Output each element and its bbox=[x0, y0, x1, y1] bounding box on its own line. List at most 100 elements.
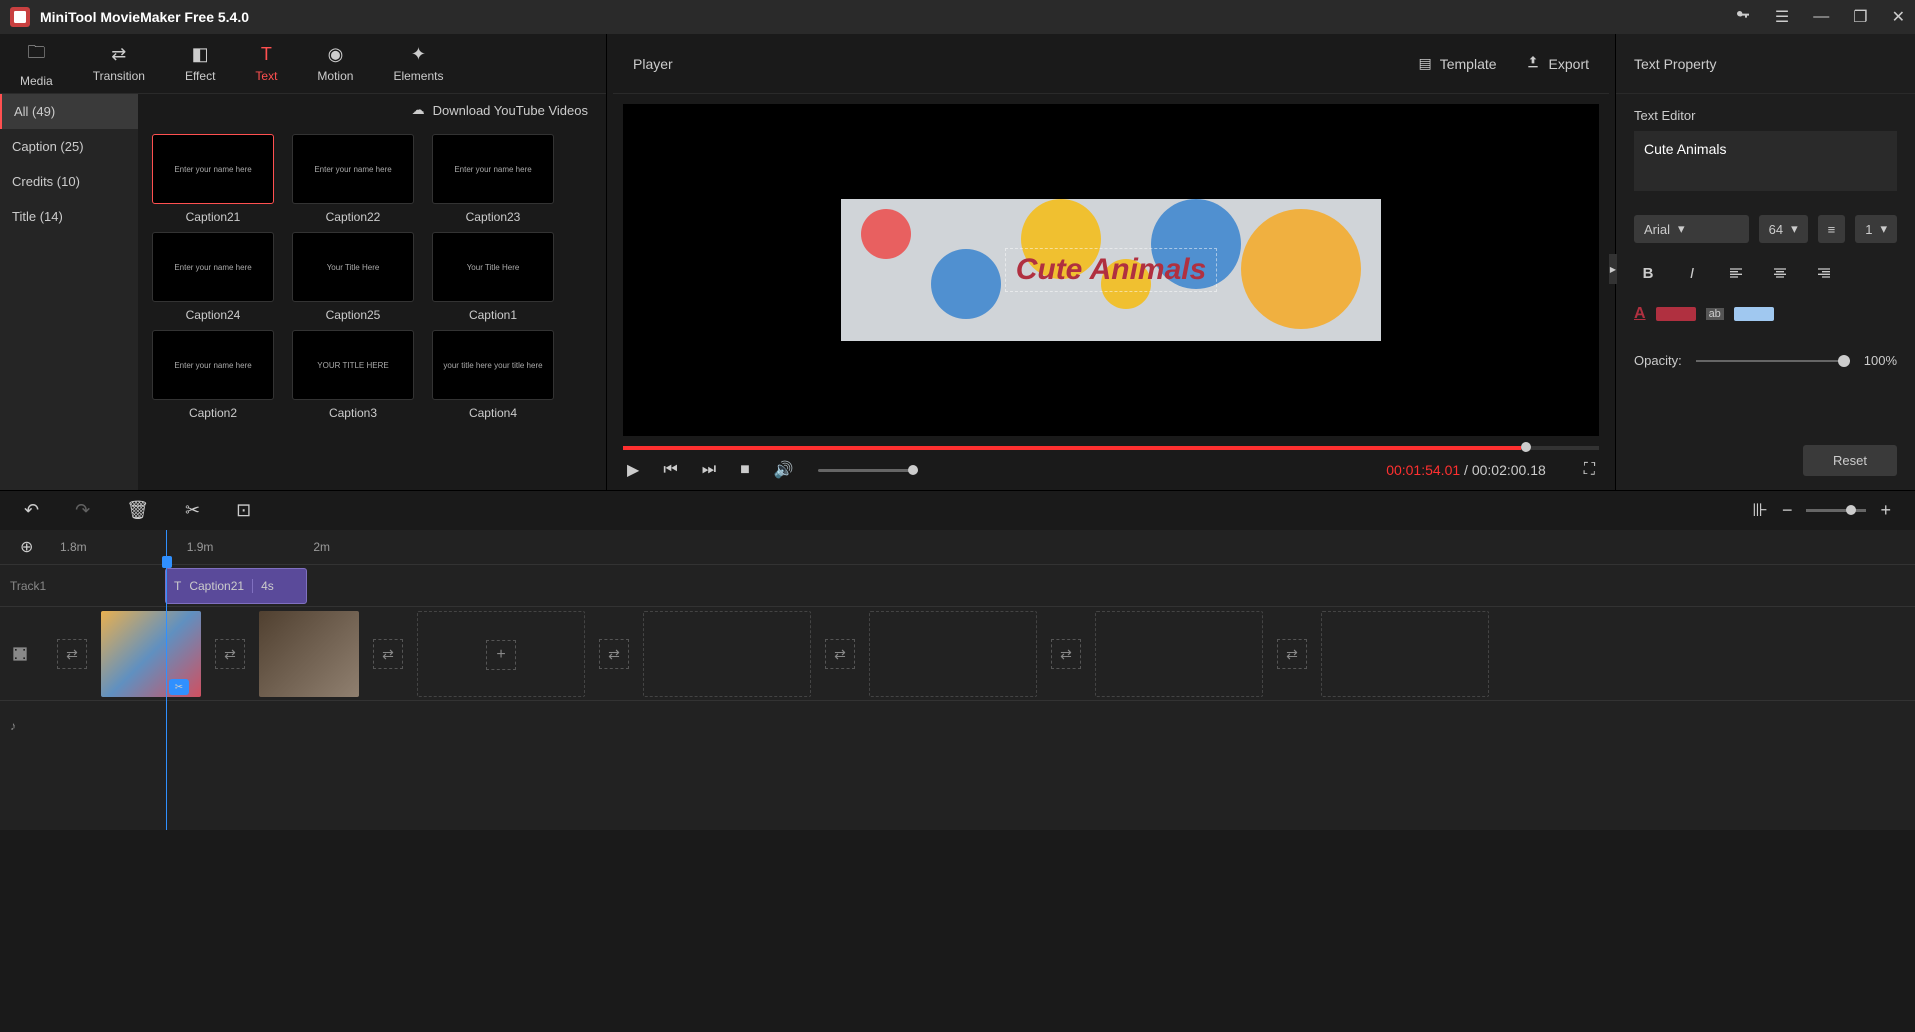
tab-label: Effect bbox=[185, 69, 215, 83]
app-title: MiniTool MovieMaker Free 5.4.0 bbox=[40, 9, 1735, 25]
bold-button[interactable]: B bbox=[1634, 259, 1662, 287]
sidebar-item-all[interactable]: All (49) bbox=[0, 94, 138, 129]
volume-slider[interactable] bbox=[818, 469, 918, 472]
delete-button[interactable]: 🗑 bbox=[126, 500, 149, 521]
tab-transition[interactable]: ⇄Transition bbox=[93, 44, 145, 83]
tab-text[interactable]: TText bbox=[255, 44, 277, 83]
app-logo bbox=[10, 7, 30, 27]
key-icon[interactable] bbox=[1735, 7, 1751, 28]
reset-button[interactable]: Reset bbox=[1803, 445, 1897, 476]
thumbnail-label: Caption25 bbox=[326, 308, 381, 322]
video-clip[interactable] bbox=[259, 611, 359, 697]
video-preview[interactable]: Cute Animals bbox=[623, 104, 1599, 436]
caption-thumbnail[interactable]: your title here your title here bbox=[432, 330, 554, 400]
panel-expand-button[interactable]: ▶ bbox=[1609, 254, 1617, 284]
align-center-button[interactable] bbox=[1766, 259, 1794, 287]
transition-slot[interactable]: ⇄ bbox=[373, 639, 403, 669]
split-badge-icon: ✂ bbox=[169, 679, 189, 695]
tab-elements[interactable]: ✦Elements bbox=[393, 44, 443, 83]
sidebar-item-credits[interactable]: Credits (10) bbox=[0, 164, 138, 199]
tab-label: Media bbox=[20, 74, 53, 88]
tab-effect[interactable]: ◧Effect bbox=[185, 44, 215, 83]
fit-button[interactable]: ⊪ bbox=[1752, 500, 1768, 521]
minimize-icon[interactable]: — bbox=[1813, 8, 1829, 26]
text-clip[interactable]: T Caption21 4s bbox=[165, 568, 307, 604]
line-value-select[interactable]: 1▾ bbox=[1855, 215, 1897, 243]
zoom-out-button[interactable]: − bbox=[1782, 500, 1793, 521]
video-clip[interactable]: ✂ bbox=[101, 611, 201, 697]
prev-frame-button[interactable]: ⏮ bbox=[663, 461, 677, 479]
empty-clip-slot[interactable] bbox=[869, 611, 1037, 697]
undo-button[interactable]: ↶ bbox=[24, 500, 39, 521]
italic-button[interactable]: I bbox=[1678, 259, 1706, 287]
sidebar-item-caption[interactable]: Caption (25) bbox=[0, 129, 138, 164]
ruler-mark: 1.8m bbox=[60, 540, 87, 554]
opacity-slider[interactable] bbox=[1696, 360, 1850, 362]
line-spacing-button[interactable]: ≡ bbox=[1818, 215, 1846, 243]
add-track-button[interactable]: ⊕ bbox=[20, 537, 33, 557]
tab-motion[interactable]: ◉Motion bbox=[317, 44, 353, 83]
player-title: Player bbox=[633, 56, 673, 72]
caption-thumbnail[interactable]: Enter your name here bbox=[432, 134, 554, 204]
caption-thumbnail[interactable]: Enter your name here bbox=[152, 134, 274, 204]
time-total: 00:02:00.18 bbox=[1472, 462, 1546, 478]
tab-label: Transition bbox=[93, 69, 145, 83]
next-frame-button[interactable]: ⏭ bbox=[702, 461, 716, 479]
thumbnail-label: Caption4 bbox=[469, 406, 517, 420]
maximize-icon[interactable]: ❐ bbox=[1853, 7, 1867, 27]
playhead[interactable] bbox=[162, 556, 172, 568]
ruler-mark: 1.9m bbox=[187, 540, 214, 554]
download-youtube-button[interactable]: ☁ Download YouTube Videos bbox=[138, 94, 606, 126]
text-editor-label: Text Editor bbox=[1634, 108, 1897, 123]
align-right-button[interactable] bbox=[1810, 259, 1838, 287]
time-current: 00:01:54.01 bbox=[1386, 462, 1460, 478]
video-text-overlay[interactable]: Cute Animals bbox=[1005, 248, 1218, 292]
empty-clip-slot[interactable]: + bbox=[417, 611, 585, 697]
crop-button[interactable]: ⊡ bbox=[236, 500, 251, 521]
caption-thumbnail[interactable]: Enter your name here bbox=[152, 330, 274, 400]
caption-thumbnail[interactable]: YOUR TITLE HERE bbox=[292, 330, 414, 400]
empty-clip-slot[interactable] bbox=[1321, 611, 1489, 697]
caption-thumbnail[interactable]: Your Title Here bbox=[292, 232, 414, 302]
thumbnail-label: Caption3 bbox=[329, 406, 377, 420]
zoom-slider[interactable] bbox=[1806, 509, 1866, 512]
redo-button[interactable]: ↷ bbox=[75, 500, 90, 521]
template-button[interactable]: ▤ Template bbox=[1418, 54, 1496, 73]
play-button[interactable]: ▶ bbox=[627, 460, 639, 480]
align-left-button[interactable] bbox=[1722, 259, 1750, 287]
opacity-label: Opacity: bbox=[1634, 353, 1682, 368]
volume-icon[interactable]: 🔊 bbox=[774, 460, 794, 480]
transition-slot[interactable]: ⇄ bbox=[57, 639, 87, 669]
empty-clip-slot[interactable] bbox=[1095, 611, 1263, 697]
highlight-color-swatch[interactable] bbox=[1734, 307, 1774, 321]
thumbnail-label: Caption2 bbox=[189, 406, 237, 420]
video-progress-bar[interactable] bbox=[623, 446, 1599, 450]
transition-slot[interactable]: ⇄ bbox=[1277, 639, 1307, 669]
opacity-value: 100% bbox=[1864, 353, 1897, 368]
thumbnail-label: Caption21 bbox=[186, 210, 241, 224]
transition-slot[interactable]: ⇄ bbox=[825, 639, 855, 669]
font-size-select[interactable]: 64▾ bbox=[1759, 215, 1808, 243]
transition-slot[interactable]: ⇄ bbox=[215, 639, 245, 669]
menu-icon[interactable]: ☰ bbox=[1775, 7, 1789, 27]
thumbnail-label: Caption23 bbox=[466, 210, 521, 224]
text-icon: T bbox=[174, 579, 181, 593]
transition-slot[interactable]: ⇄ bbox=[1051, 639, 1081, 669]
caption-thumbnail[interactable]: Your Title Here bbox=[432, 232, 554, 302]
fullscreen-button[interactable]: ⛶ bbox=[1584, 461, 1595, 479]
template-icon: ▤ bbox=[1418, 55, 1431, 72]
text-color-swatch[interactable] bbox=[1656, 307, 1696, 321]
sidebar-item-title[interactable]: Title (14) bbox=[0, 199, 138, 234]
export-button[interactable]: Export bbox=[1525, 54, 1589, 73]
tab-media[interactable]: 🗀Media bbox=[20, 40, 53, 88]
close-icon[interactable]: ✕ bbox=[1892, 7, 1905, 27]
zoom-in-button[interactable]: + bbox=[1880, 500, 1891, 521]
stop-button[interactable]: ■ bbox=[740, 461, 750, 479]
caption-thumbnail[interactable]: Enter your name here bbox=[292, 134, 414, 204]
caption-thumbnail[interactable]: Enter your name here bbox=[152, 232, 274, 302]
split-button[interactable]: ✂ bbox=[185, 500, 200, 521]
transition-slot[interactable]: ⇄ bbox=[599, 639, 629, 669]
font-family-select[interactable]: Arial▾ bbox=[1634, 215, 1749, 243]
empty-clip-slot[interactable] bbox=[643, 611, 811, 697]
text-editor-input[interactable] bbox=[1634, 131, 1897, 191]
